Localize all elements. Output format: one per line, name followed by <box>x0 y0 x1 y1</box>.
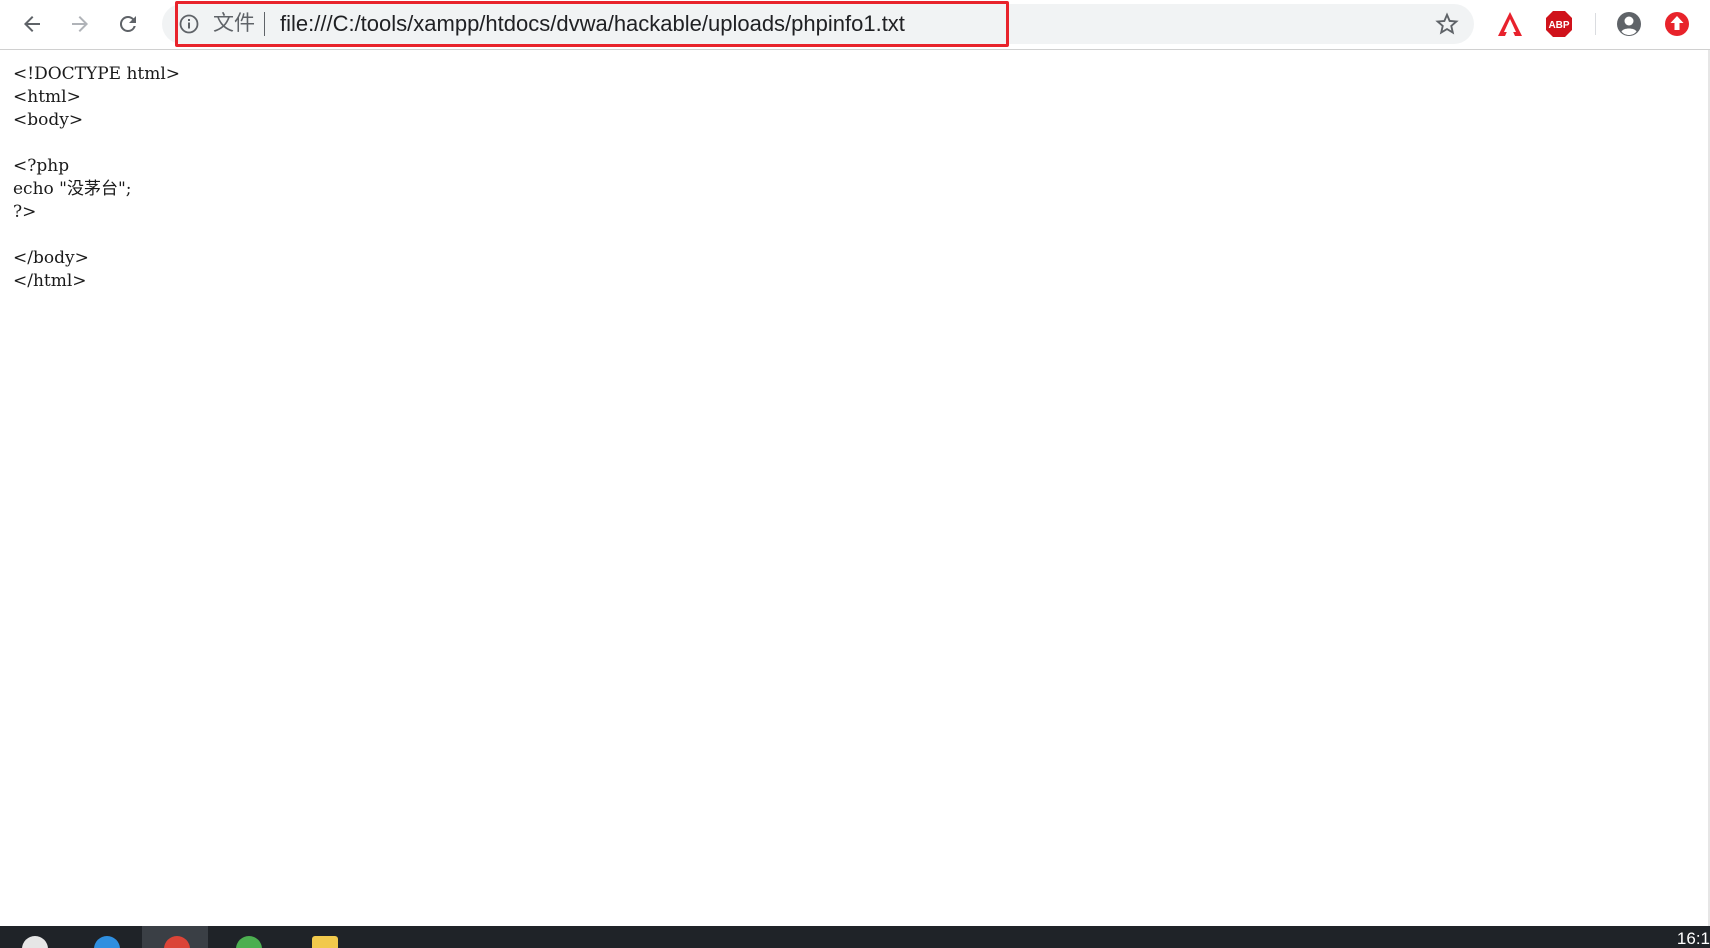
source-line: </html> <box>13 271 87 291</box>
wechat-icon <box>236 936 262 948</box>
reload-icon <box>119 15 136 32</box>
source-line: <?php <box>13 156 70 176</box>
back-arrow-icon <box>24 16 40 32</box>
back-button[interactable] <box>14 6 50 42</box>
account-circle-icon[interactable] <box>1615 10 1643 38</box>
taskbar-item-ie[interactable] <box>72 926 138 948</box>
page-content: <!DOCTYPE html> <html> <body> <?php echo "没茅… <box>0 50 1710 926</box>
source-line: echo "没茅台"; <box>13 179 132 199</box>
source-line: </body> <box>13 248 89 268</box>
source-line: ?> <box>13 202 37 222</box>
source-line: <html> <box>13 87 81 107</box>
taskbar-item-wechat[interactable] <box>214 926 280 948</box>
browser-window: 文件 file:///C:/tools/xampp/htdocs/dvwa/ha… <box>0 0 1710 948</box>
taskbar-item-explorer[interactable] <box>290 926 356 948</box>
update-arrow-icon[interactable] <box>1663 10 1691 38</box>
url-text[interactable]: file:///C:/tools/xampp/htdocs/dvwa/hacka… <box>280 10 905 38</box>
reload-button[interactable] <box>110 6 146 42</box>
text-file-source: <!DOCTYPE html> <html> <body> <?php echo "没茅… <box>13 63 180 293</box>
source-line <box>13 224 180 247</box>
info-icon[interactable] <box>178 13 200 35</box>
bookmark-star-icon[interactable] <box>1433 10 1461 38</box>
source-line: <body> <box>13 110 84 130</box>
taskbar-start-button[interactable] <box>0 926 66 948</box>
taskbar: 16:1 <box>0 926 1710 948</box>
taskbar-item-chrome[interactable] <box>142 926 208 948</box>
adblock-plus-label: ABP <box>1548 20 1569 31</box>
taskbar-clock[interactable]: 16:1 <box>1677 929 1710 948</box>
source-line: <!DOCTYPE html> <box>13 64 181 84</box>
browser-toolbar: 文件 file:///C:/tools/xampp/htdocs/dvwa/ha… <box>0 0 1710 50</box>
internet-explorer-icon <box>94 936 120 948</box>
chrome-icon <box>164 936 190 948</box>
scheme-label[interactable]: 文件 <box>213 11 255 37</box>
folder-icon <box>312 936 338 948</box>
adblock-plus-icon[interactable]: ABP <box>1545 10 1573 38</box>
source-line <box>13 132 180 155</box>
forward-arrow-icon <box>72 16 88 32</box>
toolbar-divider <box>1595 13 1596 35</box>
forward-button[interactable] <box>62 6 98 42</box>
start-icon <box>22 936 48 948</box>
scheme-separator <box>264 12 265 36</box>
adobe-acrobat-icon[interactable] <box>1496 10 1524 38</box>
